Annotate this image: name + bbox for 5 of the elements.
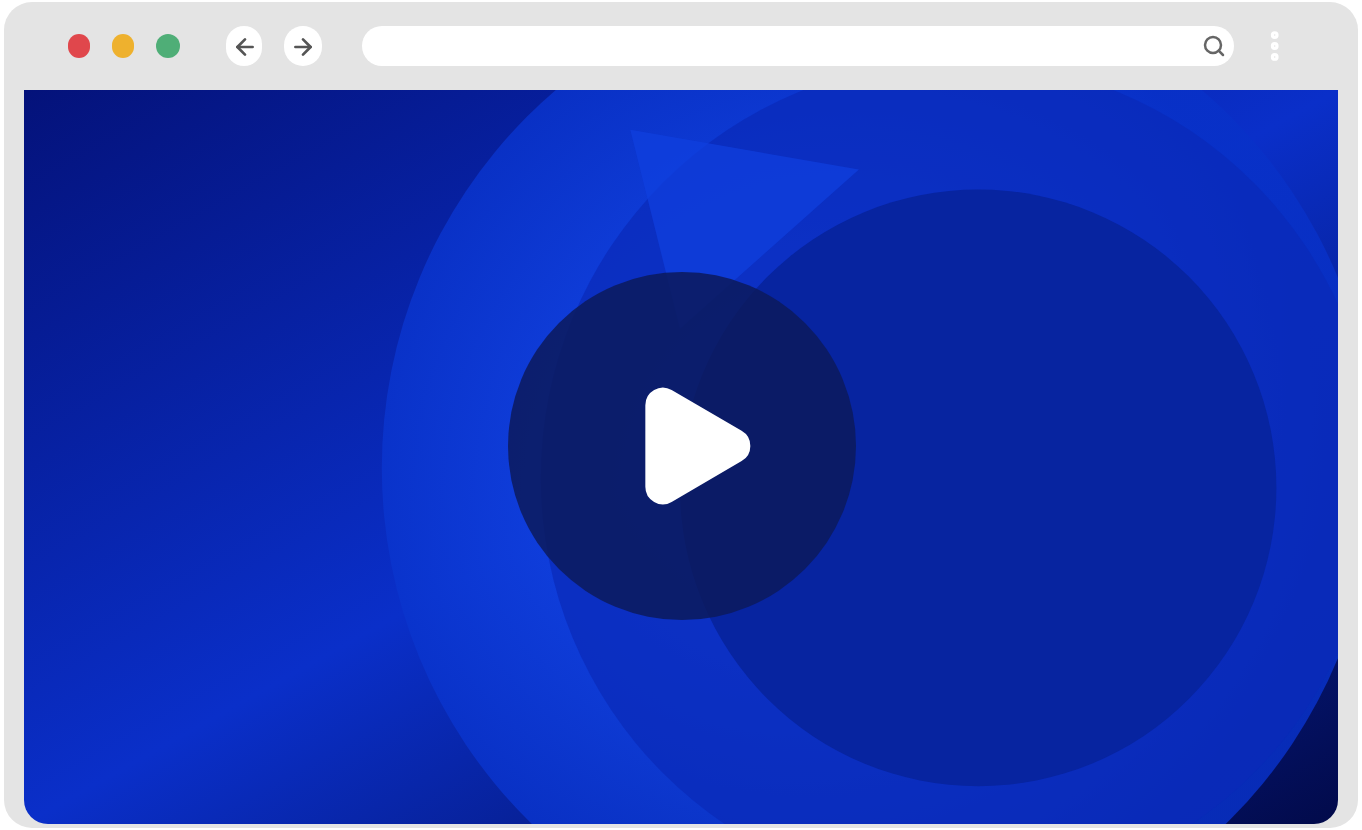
search-icon[interactable] xyxy=(1202,34,1227,58)
left-arrow-icon xyxy=(231,33,257,59)
back-button[interactable] xyxy=(225,26,263,66)
right-arrow-icon xyxy=(290,33,317,59)
forward-button[interactable] xyxy=(284,26,323,66)
